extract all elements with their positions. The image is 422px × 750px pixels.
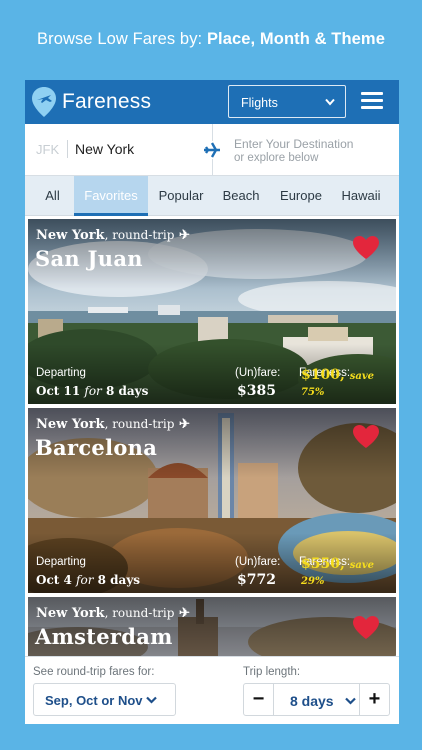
tab-favorites[interactable]: Favorites xyxy=(74,176,148,216)
heart-icon[interactable] xyxy=(352,615,380,640)
route-label: New York, round-trip ✈ xyxy=(36,606,190,621)
month-select[interactable]: Sep, Oct or Nov xyxy=(33,683,176,716)
heart-icon[interactable] xyxy=(352,424,380,449)
fareness-value: $100, xyxy=(301,367,345,383)
tab-europe[interactable]: Europe xyxy=(273,176,329,216)
trip-length-label: Trip length: xyxy=(243,666,301,678)
origin-label: New York xyxy=(36,606,105,621)
tab-hawaii[interactable]: Hawaii xyxy=(336,176,386,216)
tab-all[interactable]: All xyxy=(33,176,72,216)
mode-select-value: Flights xyxy=(241,96,278,110)
decrease-button[interactable]: − xyxy=(244,684,274,715)
chevron-down-icon xyxy=(325,98,335,106)
fareness-price: $100, save 75% xyxy=(301,367,396,399)
increase-button[interactable]: + xyxy=(359,684,389,715)
destination-title: San Juan xyxy=(35,246,143,271)
duration-value: 8 days xyxy=(97,573,141,587)
destination-title: Amsterdam xyxy=(35,624,173,649)
app-logo[interactable]: Fareness xyxy=(62,90,151,114)
origin-airport-code: JFK xyxy=(36,142,60,157)
trip-type: , round-trip xyxy=(104,228,175,242)
trip-length-stepper: − 8 days + xyxy=(243,683,390,716)
trip-type: , round-trip xyxy=(104,606,175,620)
plane-icon xyxy=(202,141,222,159)
search-bar: JFK New York Enter Your Destination or e… xyxy=(25,124,399,176)
chevron-down-icon xyxy=(345,697,356,705)
heart-icon[interactable] xyxy=(352,235,380,260)
deal-card[interactable]: New York, round-trip ✈ Barcelona Departi… xyxy=(28,408,396,593)
for-label: for xyxy=(76,573,94,587)
fare-controls: See round-trip fares for: Sep, Oct or No… xyxy=(25,656,399,724)
app-screen: Fareness Flights JFK New York Enter Your… xyxy=(25,80,399,724)
chevron-down-icon xyxy=(146,696,157,704)
hamburger-menu-icon[interactable] xyxy=(361,92,383,112)
duration-value: 8 days xyxy=(105,384,149,398)
months-label: See round-trip fares for: xyxy=(33,666,155,678)
departing-label: Departing xyxy=(36,556,86,568)
date-value: Oct 11 xyxy=(36,384,81,398)
promo-prefix: Browse Low Fares by: xyxy=(37,30,207,48)
route-label: New York, round-trip ✈ xyxy=(36,228,190,243)
unfare-label: (Un)fare: xyxy=(235,556,281,568)
departure-date: Oct 4 for 8 days xyxy=(36,573,140,587)
departing-label: Departing xyxy=(36,367,86,379)
destination-subtext: or explore below xyxy=(234,152,319,164)
origin-label: New York xyxy=(36,417,105,432)
route-label: New York, round-trip ✈ xyxy=(36,417,190,432)
origin-divider xyxy=(67,140,68,158)
deal-card[interactable]: New York, round-trip ✈ Amsterdam xyxy=(28,597,396,656)
mode-select[interactable]: Flights xyxy=(228,85,346,118)
origin-city-input[interactable]: New York xyxy=(75,141,134,157)
trip-length-value[interactable]: 8 days xyxy=(290,693,334,709)
promo-highlight: Place, Month & Theme xyxy=(206,30,385,48)
tab-beach[interactable]: Beach xyxy=(215,176,267,216)
destination-input[interactable]: Enter Your Destination or explore below xyxy=(234,137,353,165)
unfare-price: $385 xyxy=(237,383,276,399)
trip-type: , round-trip xyxy=(104,417,175,431)
destination-placeholder: Enter Your Destination xyxy=(234,137,354,151)
fareness-price: $550, save 29% xyxy=(301,556,396,588)
app-header: Fareness Flights xyxy=(25,80,399,124)
unfare-price: $772 xyxy=(237,572,276,588)
departure-date: Oct 11 for 8 days xyxy=(36,384,148,398)
date-value: Oct 4 xyxy=(36,573,72,587)
tab-popular[interactable]: Popular xyxy=(151,176,211,216)
category-tabs: All Favorites Popular Beach Europe Hawai… xyxy=(25,176,399,216)
location-pin-logo-icon xyxy=(32,87,56,117)
month-select-value: Sep, Oct or Nov xyxy=(45,693,143,708)
unfare-label: (Un)fare: xyxy=(235,367,281,379)
deal-card[interactable]: New York, round-trip ✈ San Juan Departin… xyxy=(28,219,396,404)
for-label: for xyxy=(84,384,102,398)
fareness-value: $550, xyxy=(301,556,345,572)
destination-title: Barcelona xyxy=(35,435,158,460)
origin-label: New York xyxy=(36,228,105,243)
promo-headline: Browse Low Fares by: Place, Month & Them… xyxy=(0,30,422,49)
